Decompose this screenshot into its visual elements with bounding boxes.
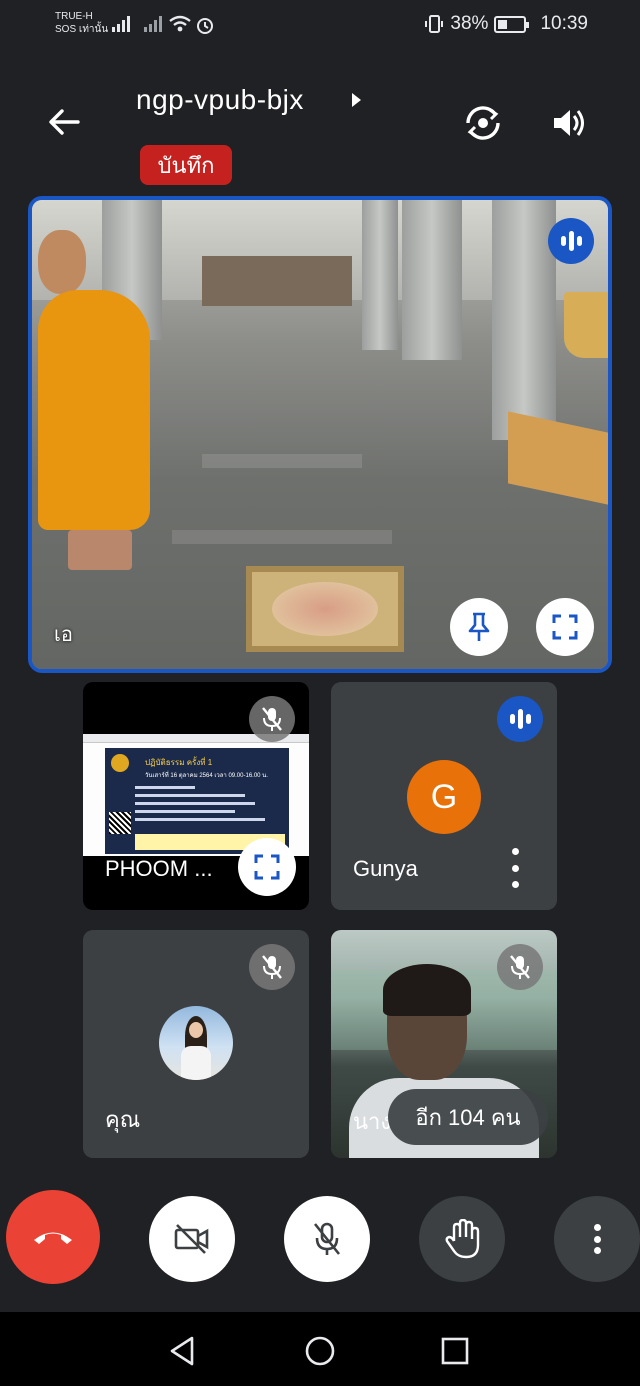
wifi-icon xyxy=(169,15,191,32)
camera-toggle-button[interactable] xyxy=(149,1196,235,1282)
participant-tile[interactable]: ปฏิบัติธรรม ครั้งที่ 1 วันเสาร์ที่ 16 ตุ… xyxy=(83,682,309,910)
battery-percent: 38% xyxy=(450,13,489,34)
participant-name: PHOOM ... xyxy=(105,856,213,881)
end-call-button[interactable] xyxy=(6,1190,100,1284)
clock: 10:39 xyxy=(540,13,588,34)
system-navigation-bar xyxy=(0,1312,640,1386)
hang-up-icon xyxy=(34,1232,72,1244)
carrier-name: TRUE-H xyxy=(55,11,93,22)
speaking-indicator-icon xyxy=(548,218,594,264)
poster-heading: ปฏิบัติธรรม ครั้งที่ 1 xyxy=(145,758,213,767)
speaker-icon[interactable] xyxy=(550,104,588,142)
recording-badge[interactable]: บันทึก xyxy=(140,145,232,185)
speaking-indicator-icon xyxy=(497,696,543,742)
status-bar: TRUE-H SOS เท่านั้น 38% 10:39 xyxy=(0,0,640,50)
mic-off-icon xyxy=(313,1222,341,1255)
participant-tile[interactable]: G Gunya xyxy=(331,682,557,910)
main-video-feed xyxy=(32,200,608,669)
nav-back-icon[interactable] xyxy=(166,1334,200,1368)
raise-hand-button[interactable] xyxy=(419,1196,505,1282)
nav-recents-icon[interactable] xyxy=(438,1334,472,1368)
switch-camera-icon[interactable] xyxy=(462,102,504,144)
back-arrow-icon[interactable] xyxy=(46,104,82,140)
participant-name: Gunya xyxy=(353,856,418,881)
more-options-button[interactable] xyxy=(554,1196,640,1282)
signal-icon xyxy=(112,16,130,32)
meeting-code[interactable]: ngp-vpub-bjx xyxy=(136,84,304,116)
vibrate-icon xyxy=(425,15,444,33)
camera-off-icon xyxy=(174,1224,209,1254)
more-options-icon xyxy=(593,1224,601,1254)
nav-home-icon[interactable] xyxy=(303,1334,337,1368)
fullscreen-button[interactable] xyxy=(536,598,594,656)
pin-button[interactable] xyxy=(450,598,508,656)
pin-icon xyxy=(468,612,490,641)
avatar xyxy=(159,1006,233,1080)
status-right: 38% 10:39 xyxy=(424,13,588,35)
mic-muted-indicator xyxy=(497,944,543,990)
carrier-sos: SOS เท่านั้น xyxy=(55,24,109,35)
participant-name: เอ xyxy=(54,624,73,646)
more-options-icon[interactable] xyxy=(510,848,520,888)
alarm-icon xyxy=(197,18,213,34)
avatar: G xyxy=(407,760,481,834)
mic-muted-indicator xyxy=(249,944,295,990)
mic-off-icon xyxy=(262,955,282,979)
prayer-mat xyxy=(246,566,404,652)
fullscreen-icon xyxy=(254,854,280,880)
raise-hand-icon xyxy=(445,1219,480,1259)
fullscreen-button[interactable] xyxy=(238,838,296,896)
fullscreen-icon xyxy=(552,614,578,640)
signal-icon-sim2 xyxy=(144,16,162,32)
microphone-toggle-button[interactable] xyxy=(284,1196,370,1282)
carrier-label: TRUE-H SOS เท่านั้น xyxy=(55,10,108,36)
person-robe xyxy=(38,290,150,530)
participant-tile-self[interactable]: คุณ xyxy=(83,930,309,1158)
participant-name: นาง xyxy=(353,1109,392,1134)
main-video-tile[interactable]: เอ xyxy=(28,196,612,673)
battery-icon xyxy=(494,15,530,33)
person-head xyxy=(38,230,86,294)
more-participants-chip[interactable]: อีก 104 คน xyxy=(388,1089,548,1145)
participant-name: คุณ xyxy=(105,1107,141,1132)
chevron-right-icon[interactable] xyxy=(350,92,362,108)
shared-screen: ปฏิบัติธรรม ครั้งที่ 1 วันเสาร์ที่ 16 ตุ… xyxy=(83,734,309,856)
mic-off-icon xyxy=(262,707,282,731)
mic-muted-indicator xyxy=(249,696,295,742)
mic-off-icon xyxy=(510,955,530,979)
poster-subheading: วันเสาร์ที่ 16 ตุลาคม 2564 เวลา 09.00-16… xyxy=(145,773,268,779)
